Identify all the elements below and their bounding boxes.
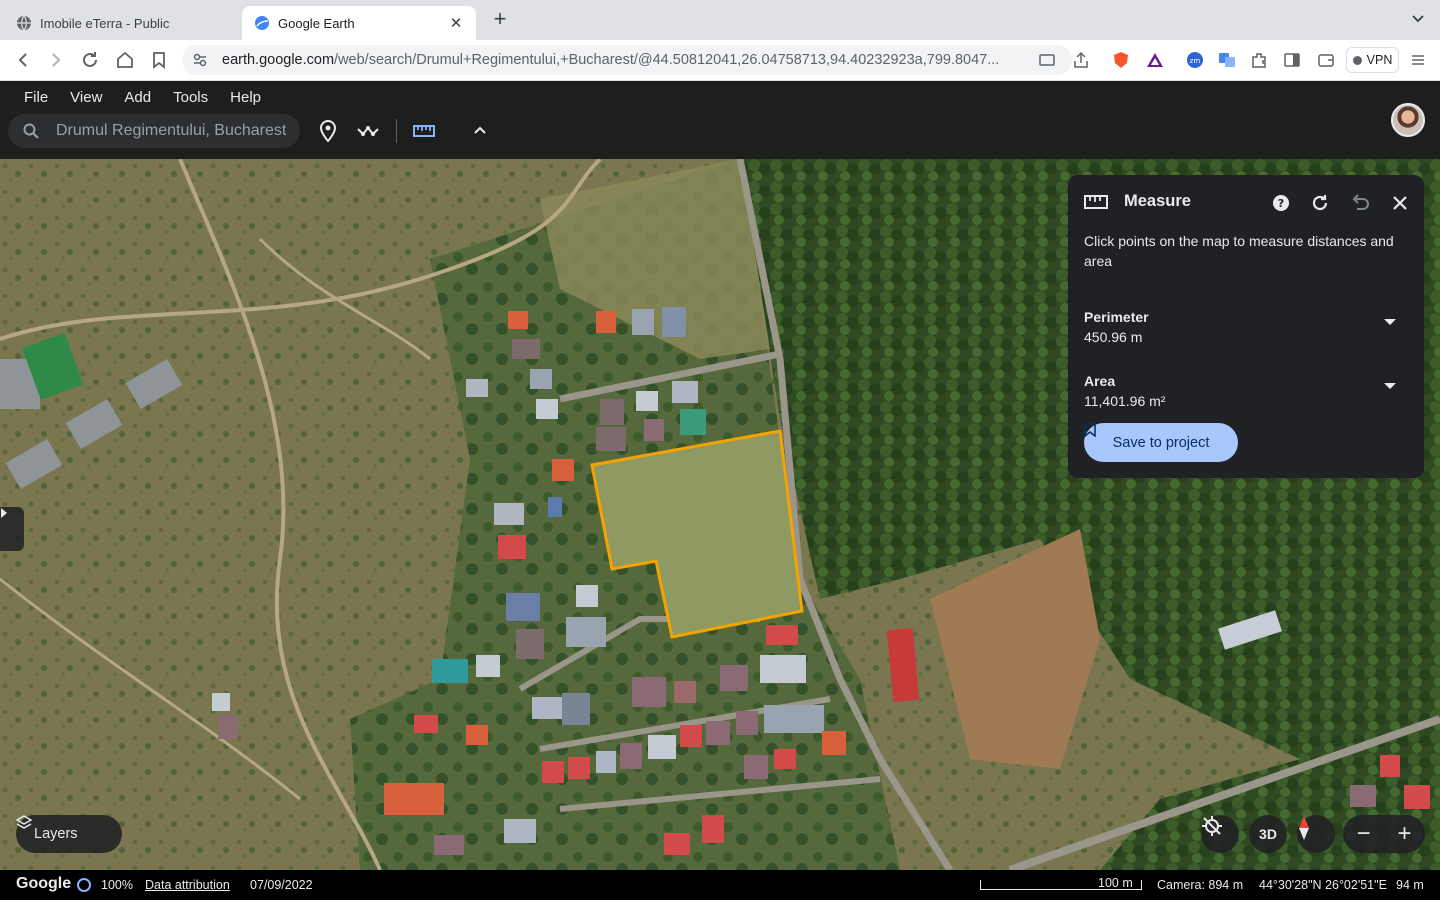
browser-toolbar: earth.google.com/web/search/Drumul+Regim… [0,40,1440,81]
zoom-controls: − + [1343,815,1425,853]
forward-icon[interactable] [46,50,66,70]
brave-rewards-icon[interactable] [1146,51,1164,69]
browser-menu-icon[interactable] [1409,51,1427,69]
imagery-date: 07/09/2022 [250,878,313,892]
google-earth-icon [255,16,269,30]
avatar[interactable] [1391,103,1425,137]
share-icon[interactable] [1072,51,1090,69]
earth-app-bar: File View Add Tools Help [0,81,1440,159]
vpn-button[interactable]: VPN [1346,47,1399,73]
perimeter-row[interactable]: Perimeter 450.96 m [1084,309,1404,345]
reload-icon[interactable] [80,50,100,70]
measure-panel: Measure ? Click points on the map to mea… [1068,175,1424,478]
address-bar[interactable]: earth.google.com/web/search/Drumul+Regim… [182,45,1072,75]
camera-altitude: Camera: 894 m [1157,878,1244,892]
tab-title: Google Earth [278,15,355,31]
area-caret-icon[interactable] [1384,383,1396,389]
zoom-in-button[interactable]: + [1384,815,1425,853]
area-label: Area [1084,373,1116,389]
view-3d-button[interactable]: 3D [1249,815,1287,853]
wallet-icon[interactable] [1317,51,1335,69]
globe-icon [17,15,31,31]
location-off-icon [1202,816,1222,836]
brave-shield-icon[interactable] [1112,51,1130,69]
translate-icon[interactable] [1218,51,1236,69]
area-row[interactable]: Area 11,401.96 m² [1084,373,1404,409]
save-to-project-button[interactable]: Save to project [1084,423,1238,462]
search-input[interactable] [56,122,296,140]
compass-button[interactable] [1297,815,1335,853]
side-panel-toggle[interactable] [0,507,24,551]
add-path-icon[interactable] [356,119,380,143]
home-icon[interactable] [115,50,135,70]
status-bar: Google 100% Data attribution 07/09/2022 … [0,870,1440,900]
tab-title: Imobile eTerra - Public [40,15,170,31]
cursor-coordinates: 44°30'28"N 26°02'51"E [1259,878,1387,892]
photorealistic-toggle-button[interactable] [1201,815,1239,853]
close-tab-icon[interactable]: ✕ [448,14,464,32]
menu-view[interactable]: View [60,87,112,108]
layers-button[interactable]: Layers [16,815,122,853]
new-tab-button[interactable]: + [488,8,512,32]
chevron-right-icon [1,508,7,518]
measure-ruler-icon [1084,195,1108,209]
perimeter-label: Perimeter [1084,309,1149,325]
perimeter-value: 450.96 m [1084,329,1143,345]
satellite-map[interactable]: Measure ? Click points on the map to mea… [0,159,1440,870]
url-text[interactable]: earth.google.com/web/search/Drumul+Regim… [222,52,1062,68]
chevron-down-icon[interactable] [1410,10,1426,26]
browser-tab-strip: Imobile eTerra - Public Google Earth ✕ + [0,0,1440,40]
help-icon[interactable]: ? [1270,192,1292,214]
menu-help[interactable]: Help [220,87,271,108]
zoom-out-button[interactable]: − [1343,815,1384,853]
search-icon[interactable] [22,122,40,140]
loading-indicator-icon [77,878,91,892]
menu-bar: File View Add Tools Help [14,87,273,108]
bookmark-icon [1084,423,1096,437]
compass-icon [1299,816,1309,840]
add-placemark-icon[interactable] [316,119,340,143]
menu-file[interactable]: File [14,87,58,108]
elevation: 94 m [1396,878,1424,892]
tab-imobile-eterra[interactable]: Imobile eTerra - Public [4,6,240,40]
scale-label: 100 m [1098,876,1133,890]
vpn-label: VPN [1366,53,1393,67]
close-icon[interactable] [1389,192,1411,214]
data-attribution-link[interactable]: Data attribution [145,878,230,892]
undo-icon[interactable] [1349,192,1371,214]
reset-icon[interactable] [1309,192,1331,214]
search-box[interactable] [8,114,300,148]
menu-add[interactable]: Add [114,87,161,108]
layers-icon [16,815,32,829]
back-icon[interactable] [13,50,33,70]
chevron-up-icon[interactable] [468,119,492,143]
site-settings-icon[interactable] [192,52,208,68]
svg-text:zm: zm [1190,57,1201,65]
url-host: earth.google.com [222,52,335,68]
google-logo: Google [16,875,72,892]
cast-icon[interactable] [1038,51,1056,69]
vpn-status-icon [1352,55,1362,65]
layers-label: Layers [34,826,78,842]
measure-title: Measure [1124,192,1191,210]
bookmark-icon[interactable] [149,50,169,70]
save-to-project-label: Save to project [1112,434,1210,451]
measure-ruler-icon[interactable] [412,119,436,143]
url-path: /web/search/Drumul+Regimentului,+Buchare… [334,52,1000,68]
extensions-icon[interactable] [1250,51,1268,69]
toolbar-divider [396,119,397,143]
area-value: 11,401.96 m² [1084,393,1166,409]
view-3d-label: 3D [1259,826,1277,842]
sidebar-icon[interactable] [1283,51,1301,69]
menu-tools[interactable]: Tools [163,87,218,108]
measure-hint: Click points on the map to measure dista… [1084,233,1394,269]
perimeter-caret-icon[interactable] [1384,319,1396,325]
zoom-extension-icon[interactable]: zm [1186,51,1204,69]
svg-text:?: ? [1278,197,1284,210]
tab-google-earth[interactable]: Google Earth ✕ [242,6,476,40]
load-percent: 100% [101,878,133,892]
